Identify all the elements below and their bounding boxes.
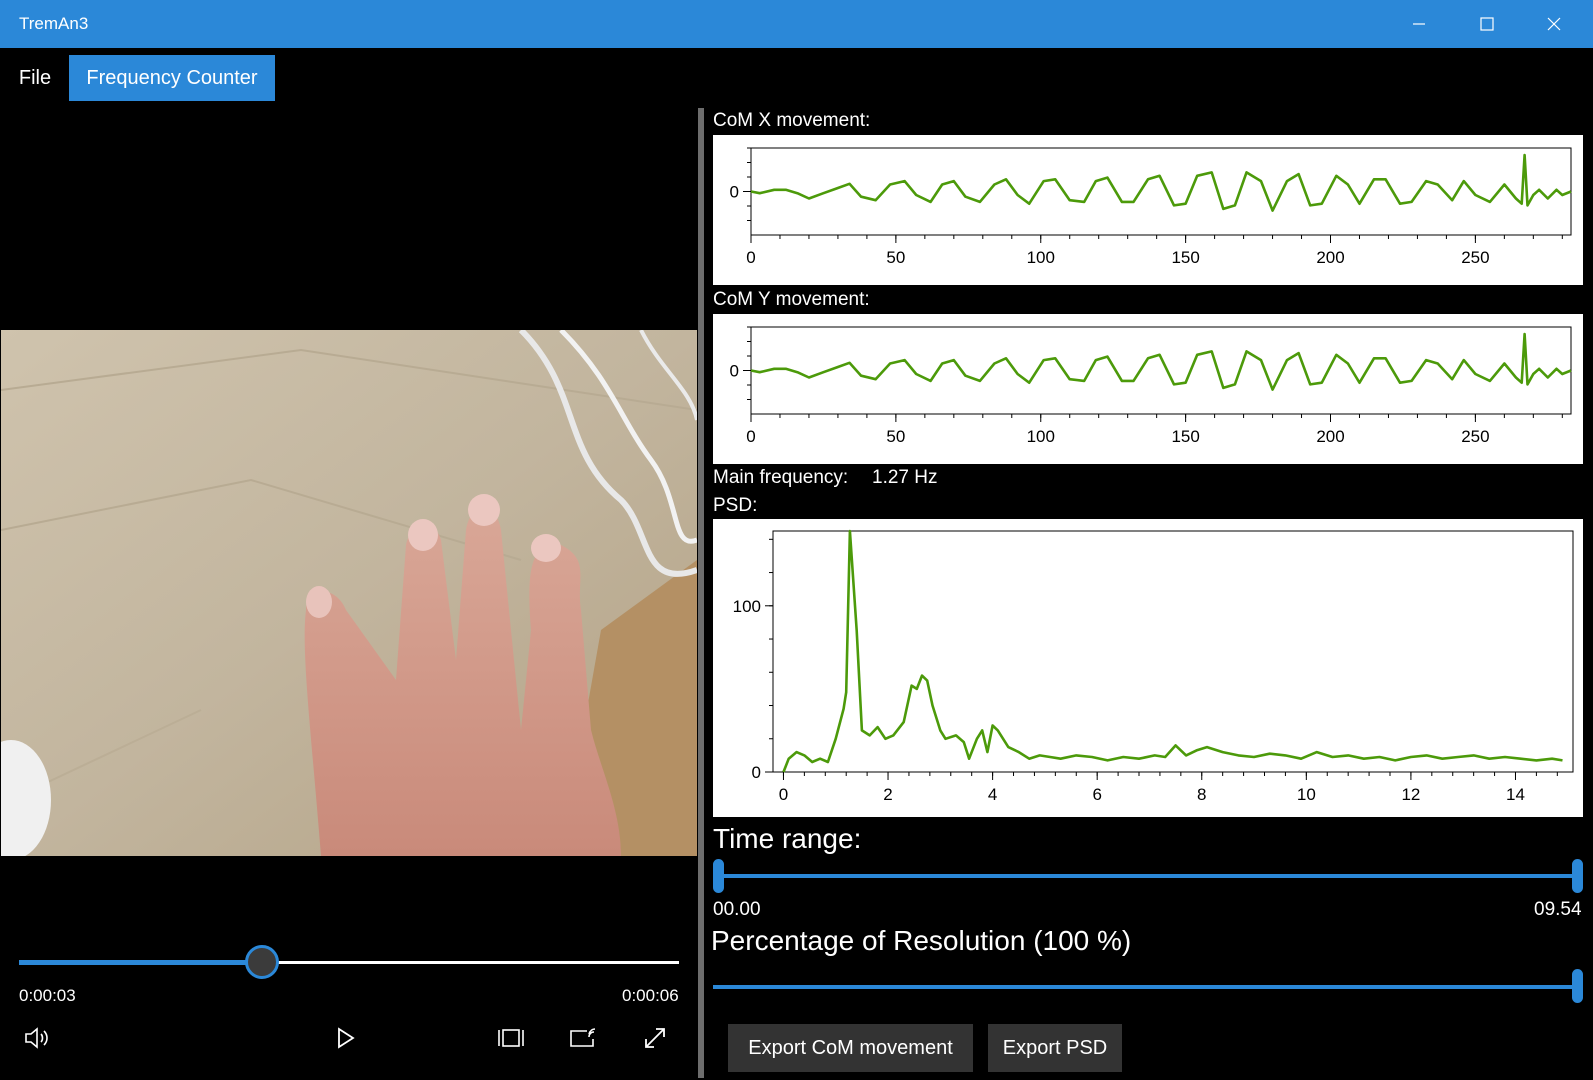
x-tick-label: 4 bbox=[988, 785, 997, 804]
menu-frequency-counter[interactable]: Frequency Counter bbox=[69, 55, 275, 101]
time-range-high-thumb[interactable] bbox=[1572, 859, 1583, 893]
current-time: 0:00:03 bbox=[19, 986, 76, 1005]
x-tick-label: 12 bbox=[1401, 785, 1420, 804]
com-x-chart-svg: 0 50 100 150 200 250 0 bbox=[730, 147, 1572, 267]
volume-button[interactable] bbox=[18, 1018, 58, 1058]
main-frequency-label: Main frequency: bbox=[713, 467, 849, 488]
y-tick-label: 0 bbox=[752, 763, 761, 782]
plot-frame bbox=[750, 147, 1572, 236]
seek-bar[interactable] bbox=[19, 942, 679, 982]
time-range-slider[interactable] bbox=[713, 858, 1583, 894]
aspect-ratio-button[interactable] bbox=[491, 1018, 531, 1058]
cast-button[interactable] bbox=[563, 1018, 603, 1058]
psd-chart-svg: 0 2 4 6 8 10 12 14 0 100 bbox=[733, 529, 1574, 804]
com-y-chart-svg: 0 50 100 150 200 250 0 bbox=[730, 326, 1572, 446]
x-tick-label: 50 bbox=[886, 427, 905, 446]
total-time: 0:00:06 bbox=[622, 986, 679, 1005]
x-tick-label: 100 bbox=[1027, 427, 1055, 446]
resolution-slider[interactable] bbox=[713, 968, 1583, 1004]
maximize-icon bbox=[1480, 17, 1494, 31]
x-tick-label: 0 bbox=[779, 785, 788, 804]
minimize-icon bbox=[1413, 23, 1425, 25]
window-title: TremAn3 bbox=[19, 14, 89, 33]
x-tick-label: 6 bbox=[1092, 785, 1101, 804]
x-tick-label: 14 bbox=[1506, 785, 1525, 804]
play-icon bbox=[338, 1027, 355, 1049]
video-frame[interactable] bbox=[1, 330, 697, 856]
aspect-ratio-icon bbox=[498, 1029, 524, 1047]
x-tick-label: 100 bbox=[1027, 248, 1055, 267]
maximize-button[interactable] bbox=[1454, 0, 1520, 48]
com-x-chart: 0 50 100 150 200 250 0 bbox=[713, 135, 1583, 285]
resolution-track[interactable] bbox=[713, 985, 1583, 989]
x-tick-label: 10 bbox=[1297, 785, 1316, 804]
fullscreen-icon bbox=[645, 1028, 665, 1048]
psd-chart: 0 2 4 6 8 10 12 14 0 100 bbox=[713, 519, 1583, 817]
fullscreen-button[interactable] bbox=[635, 1018, 675, 1058]
series-line bbox=[750, 332, 1572, 391]
resolution-label: Percentage of Resolution (100 %) bbox=[711, 925, 1132, 956]
seek-progress bbox=[19, 960, 262, 965]
x-tick-label: 2 bbox=[883, 785, 892, 804]
time-range-label: Time range: bbox=[713, 823, 862, 854]
play-button[interactable] bbox=[326, 1018, 366, 1058]
x-tick-label: 8 bbox=[1197, 785, 1206, 804]
series-line bbox=[750, 153, 1572, 212]
x-tick-label: 0 bbox=[746, 248, 755, 267]
minimize-button[interactable] bbox=[1386, 0, 1452, 48]
x-tick-label: 250 bbox=[1461, 427, 1489, 446]
video-hand-image bbox=[1, 330, 697, 856]
y-tick-label: 0 bbox=[730, 183, 739, 202]
close-icon bbox=[1547, 17, 1561, 31]
resolution-thumb[interactable] bbox=[1572, 969, 1583, 1003]
x-tick-label: 200 bbox=[1316, 248, 1344, 267]
main-frequency-value: 1.27 Hz bbox=[872, 467, 938, 488]
close-button[interactable] bbox=[1521, 0, 1587, 48]
export-com-button[interactable]: Export CoM movement bbox=[728, 1024, 973, 1072]
com-x-label: CoM X movement: bbox=[713, 110, 871, 131]
time-range-track[interactable] bbox=[713, 874, 1583, 878]
x-tick-label: 150 bbox=[1171, 248, 1199, 267]
title-bar: TremAn3 bbox=[0, 0, 1593, 48]
psd-label: PSD: bbox=[713, 495, 758, 516]
time-range-min: 00.00 bbox=[713, 899, 761, 920]
export-psd-button[interactable]: Export PSD bbox=[988, 1024, 1122, 1072]
x-tick-label: 250 bbox=[1461, 248, 1489, 267]
x-tick-label: 150 bbox=[1171, 427, 1199, 446]
y-tick-label: 100 bbox=[733, 597, 761, 616]
y-tick-label: 0 bbox=[730, 362, 739, 381]
x-tick-label: 0 bbox=[746, 427, 755, 446]
cast-icon bbox=[570, 1028, 596, 1047]
volume-icon bbox=[25, 1027, 48, 1049]
x-tick-label: 50 bbox=[886, 248, 905, 267]
time-range-low-thumb[interactable] bbox=[713, 859, 724, 893]
menu-file[interactable]: File bbox=[9, 55, 61, 101]
seek-thumb[interactable] bbox=[244, 945, 279, 979]
series-line bbox=[782, 529, 1563, 773]
com-y-label: CoM Y movement: bbox=[713, 289, 870, 310]
com-y-chart: 0 50 100 150 200 250 0 bbox=[713, 314, 1583, 464]
plot-frame bbox=[750, 326, 1572, 415]
panel-splitter[interactable] bbox=[698, 108, 704, 1078]
time-range-max: 09.54 bbox=[1534, 899, 1582, 920]
x-tick-label: 200 bbox=[1316, 427, 1344, 446]
